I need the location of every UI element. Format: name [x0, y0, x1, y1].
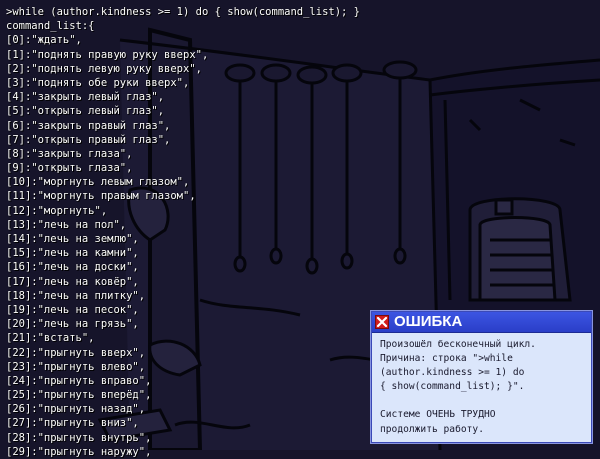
console-line: >while (author.kindness >= 1) do { show(… — [6, 6, 361, 18]
console-line: [25]:"прыгнуть вперёд", — [6, 389, 152, 402]
console-line: [11]:"моргнуть правым глазом", — [6, 190, 196, 203]
console-line: [8]:"закрыть глаза", — [6, 147, 133, 160]
console-line: [14]:"лечь на землю", — [6, 233, 139, 245]
console-line: [1]:"поднять правую руку вверх", — [6, 48, 209, 61]
console-line: [15]:"лечь на камни", — [6, 247, 139, 260]
console-line: [17]:"лечь на ковёр", — [6, 275, 139, 288]
error-message-line: { show(command_list); }". — [380, 381, 525, 393]
console-line: [0]:"ждать", — [6, 34, 82, 47]
console-line: [13]:"лечь на пол", — [6, 218, 127, 231]
console-line: [24]:"прыгнуть вправо", — [6, 374, 152, 387]
error-message-line: Причина: строка ">while — [380, 353, 513, 365]
console-line: [2]:"поднять левую руку вверх", — [6, 62, 202, 75]
console-output: >while (author.kindness >= 1) do { show(… — [6, 5, 426, 459]
console-line: [10]:"моргнуть левым глазом", — [6, 176, 190, 189]
error-dialog: ОШИБКА Произошёл бесконечный цикл. Причин… — [371, 311, 592, 443]
console-line: command_list:{ — [6, 20, 95, 33]
console-line: [5]:"открыть левый глаз", — [6, 105, 165, 118]
console-line: [6]:"закрыть правый глаз", — [6, 119, 171, 132]
console-line: [22]:"прыгнуть вверх", — [6, 346, 146, 359]
console-line: [3]:"поднять обе руки вверх", — [6, 76, 190, 89]
console-line: [7]:"открыть правый глаз", — [6, 133, 171, 146]
console-line: [28]:"прыгнуть внутрь", — [6, 431, 152, 444]
console-line: [18]:"лечь на плитку", — [6, 289, 146, 302]
console-line: [27]:"прыгнуть вниз", — [6, 417, 139, 430]
console-line: [20]:"лечь на грязь", — [6, 318, 139, 331]
close-button[interactable] — [375, 315, 389, 329]
error-message-line: продолжить работу. — [380, 423, 484, 435]
error-title: ОШИБКА — [394, 313, 463, 330]
close-icon — [376, 316, 388, 328]
error-message-line: (author.kindness >= 1) do — [380, 367, 525, 379]
console-line: [19]:"лечь на песок", — [6, 303, 139, 316]
console-line: [16]:"лечь на доски", — [6, 261, 139, 274]
console-line: [29]:"прыгнуть наружу", — [6, 445, 152, 458]
console-line: [23]:"прыгнуть влево", — [6, 360, 146, 373]
error-message-line — [380, 394, 586, 408]
console-line: [21]:"встать", — [6, 332, 95, 345]
console-line: [4]:"закрыть левый глаз", — [6, 91, 165, 104]
error-message-line: Системе ОЧЕНЬ ТРУДНО — [380, 409, 496, 421]
error-message: Произошёл бесконечный цикл. Причина: стро… — [380, 338, 586, 437]
error-message-line: Произошёл бесконечный цикл. — [380, 339, 536, 350]
console-line: [9]:"открыть глаза", — [6, 162, 133, 175]
error-titlebar: ОШИБКА — [372, 312, 591, 333]
console-line: [26]:"прыгнуть назад", — [6, 403, 146, 416]
console-line: [12]:"моргнуть", — [6, 204, 108, 217]
